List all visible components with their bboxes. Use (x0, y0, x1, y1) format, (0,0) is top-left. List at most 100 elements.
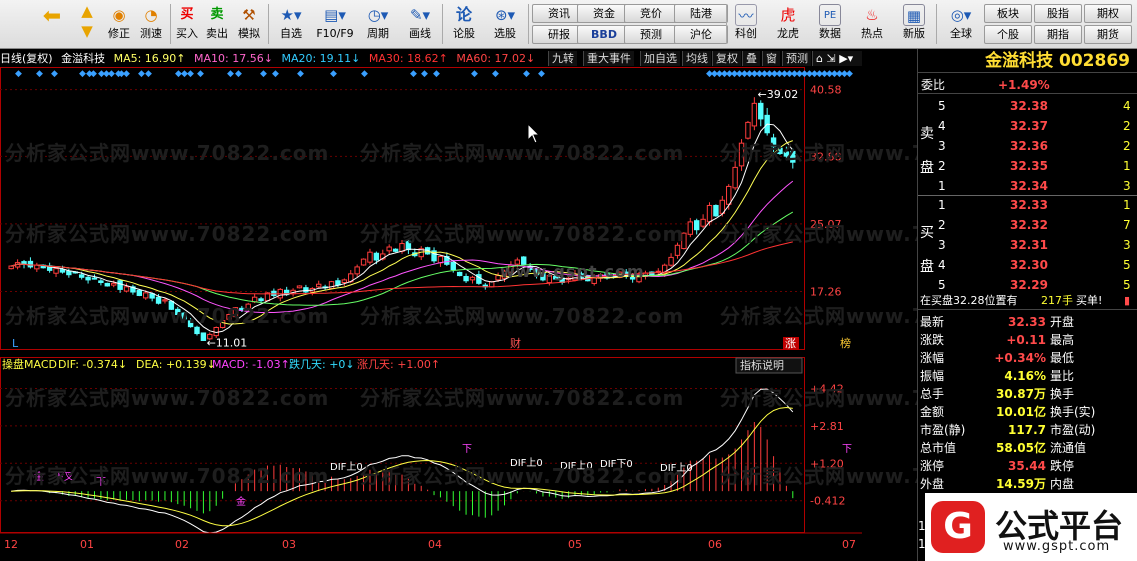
event-diamond-icon: ◆ (421, 69, 428, 79)
candle-body (296, 285, 303, 289)
sell-price: 32.34 (1010, 179, 1048, 193)
sell-button[interactable]: 卖卖出 (203, 4, 231, 40)
stock-software-window: ⬅ ▲ ▼ ◉ 修正 ◔ 测速 买买入 卖卖出 ⚒ 模拟 ★▾ 自选 ▤▾ F10/F9 ◷… (0, 0, 1137, 561)
forecast-button[interactable]: 预测 (624, 25, 678, 44)
right-arrow-icon[interactable]: ▶ (839, 52, 847, 65)
buy-row: 3 32.31 3 (918, 236, 1137, 254)
home-icon[interactable]: ⌂ (816, 52, 823, 65)
event-diamond-icon: ◆ (523, 69, 530, 79)
new-version-button[interactable]: ▦ 新版 (899, 4, 929, 40)
x-axis-label: 02 (175, 538, 189, 551)
toolbar: ⬅ ▲ ▼ ◉ 修正 ◔ 测速 买买入 卖卖出 ⚒ 模拟 ★▾ 自选 ▤▾ F10/F9 ◷… (0, 0, 1137, 49)
sell-row: 2 32.35 1 (918, 157, 1137, 175)
quote-value: 4.16% (1004, 369, 1046, 383)
bbd-button[interactable]: BBD (577, 25, 631, 44)
stock-picker-button[interactable]: ⊛▾ 选股 (487, 4, 523, 40)
macd-header-value: MACD: -1.03↑ (212, 358, 290, 371)
funds-button[interactable]: 资金 (577, 4, 631, 23)
x-axis-label: 07 (842, 538, 856, 551)
buy-price: 32.32 (1010, 218, 1048, 232)
sell-row: 4 32.37 2 (918, 117, 1137, 135)
window-button[interactable]: 窗 (762, 51, 780, 66)
data-label: 数据 (819, 27, 841, 40)
event-diamond-icon: ◆ (36, 69, 43, 79)
period-button[interactable]: ◷▾ 周期 (360, 4, 396, 40)
watchlist-button[interactable]: ★▾ 自选 (273, 4, 309, 40)
buy-volume: 5 (1123, 258, 1131, 272)
data-button[interactable]: PE 数据 (815, 4, 845, 40)
buy-button[interactable]: 买买入 (173, 4, 201, 40)
new-version-icon: ▦ (903, 4, 925, 26)
quote-value: 14.59万 (996, 477, 1046, 491)
discuss-button[interactable]: 论论股 (447, 4, 481, 40)
hk-connect-button[interactable]: 陆港 (674, 4, 728, 23)
buy-price: 32.33 (1010, 198, 1048, 212)
watermark: 分析家公式网www.70822.com (5, 304, 330, 328)
buy-level: 3 (938, 238, 946, 252)
simulate-button[interactable]: ⚒ 模拟 (234, 4, 264, 40)
kechuang-button[interactable]: 〰科创 (731, 4, 761, 40)
hot-button[interactable]: ♨ 热点 (857, 4, 887, 40)
jiuzhuan-button[interactable]: 九转 (548, 51, 577, 66)
predict-button[interactable]: 预测 (782, 51, 811, 66)
sector-button[interactable]: 板块 (984, 4, 1032, 23)
stock-index-button[interactable]: 股指 (1034, 4, 1082, 23)
x-axis-label: 06 (708, 538, 722, 551)
quote-label: 市盈(动) (1050, 423, 1096, 437)
discuss-icon: 论 (455, 5, 472, 24)
simulate-label: 模拟 (238, 27, 260, 40)
buy-order-label: 买单! (1076, 294, 1103, 307)
event-diamond-icon: ◆ (272, 69, 279, 79)
buy-row: 5 32.29 5 (918, 276, 1137, 294)
shanghai-london-button[interactable]: 沪伦 (674, 25, 728, 44)
expand-icon[interactable]: ⇲ (826, 52, 835, 65)
candle-body (34, 264, 40, 270)
candle-body (700, 218, 706, 227)
chart-nav-icons[interactable]: ⌂ ⇲ ▶▾ (812, 51, 862, 66)
event-diamond-icon: ◆ (108, 69, 115, 79)
watermark: 分析家公式网www.70822.com (360, 464, 685, 488)
event-diamond-icon: ◆ (846, 69, 853, 79)
ma60-value: MA60: 17.02↓ (456, 52, 536, 65)
fix-button[interactable]: ◉ 修正 (104, 4, 134, 40)
buy-icon: 买 (180, 7, 194, 22)
overlay-button[interactable]: 叠 (742, 51, 760, 66)
candle-body (111, 282, 117, 286)
auction-button[interactable]: 竞价 (624, 4, 678, 23)
f10-label: F10/F9 (316, 27, 354, 40)
macd-signal-label: 下 (462, 444, 472, 455)
index-futures-button[interactable]: 期指 (1034, 25, 1082, 44)
quote-row: 涨幅 +0.34% 最低 (918, 349, 1137, 367)
dragon-tiger-button[interactable]: 虎龙虎 (773, 4, 803, 40)
ma-button[interactable]: 均线 (682, 51, 711, 66)
candle-body (78, 274, 85, 278)
quote-label: 外盘 (920, 477, 945, 491)
up-button[interactable]: ▲ ▼ (76, 2, 98, 42)
futures-button[interactable]: 期货 (1084, 25, 1132, 44)
f10-icon: ▤▾ (324, 6, 346, 24)
quote-value: 10.01亿 (996, 405, 1046, 419)
draw-line-button[interactable]: ✎▾ 画线 (402, 4, 438, 40)
quote-label: 换手(实) (1050, 405, 1096, 419)
candle-body (335, 280, 341, 286)
options-button[interactable]: 期权 (1084, 4, 1132, 23)
adjust-button[interactable]: 复权 (712, 51, 741, 66)
speed-test-button[interactable]: ◔ 测速 (136, 4, 166, 40)
speed-test-label: 测速 (140, 27, 162, 40)
stock-name: 金溢科技 (985, 51, 1054, 71)
stock-title: 金溢科技 002869 (918, 49, 1137, 73)
event-diamond-icon: ◆ (492, 69, 499, 79)
weibi-label: 委比 (921, 78, 946, 92)
candle-body (271, 290, 277, 296)
price-axis-label: 40.58 (810, 84, 842, 97)
indicator-help-label: 指标说明 (740, 358, 784, 372)
back-button[interactable]: ⬅ (38, 6, 66, 30)
f10-button[interactable]: ▤▾ F10/F9 (314, 4, 356, 40)
global-button[interactable]: ◎▾ 全球 (941, 4, 981, 40)
major-events-button[interactable]: 重大事件 (583, 51, 634, 66)
individual-stock-button[interactable]: 个股 (984, 25, 1032, 44)
add-watchlist-button[interactable]: 加自选 (640, 51, 680, 66)
quote-row: 总手 30.87万 换手 (918, 385, 1137, 403)
pencil-icon: ✎▾ (409, 6, 431, 24)
watermark: 分析家公式网www.70822.com (360, 141, 685, 165)
